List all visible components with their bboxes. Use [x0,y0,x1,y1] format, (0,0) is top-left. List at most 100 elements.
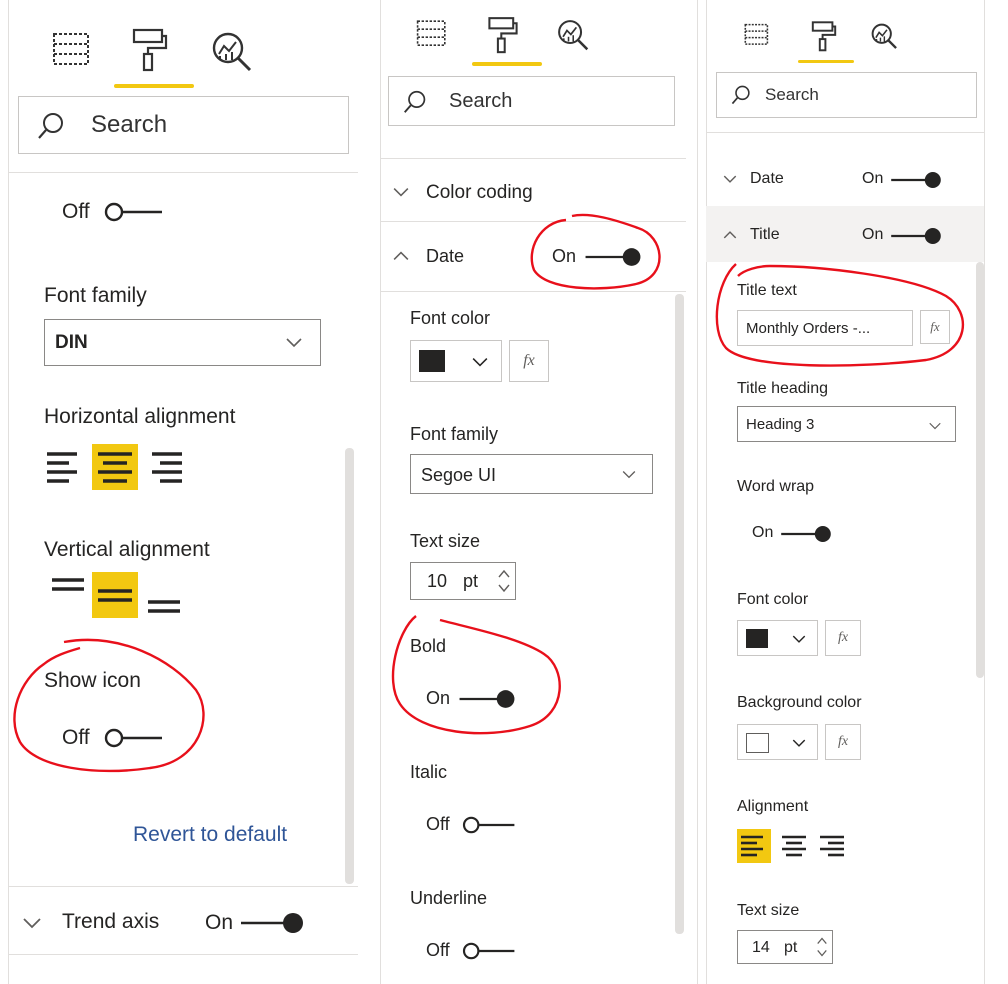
font-color-picker[interactable] [737,620,818,656]
scrollbar[interactable] [976,262,984,678]
search-icon [38,113,63,139]
background-color-picker[interactable] [737,724,818,760]
fields-icon[interactable] [52,30,92,75]
font-color-label: Font color [737,591,809,608]
trend-axis-toggle[interactable]: On [205,909,315,937]
align-left-icon[interactable] [737,829,771,863]
align-bottom-icon[interactable] [146,596,182,620]
date-toggle[interactable]: On [552,244,652,270]
conditional-format-fx-button[interactable]: fx [509,340,549,382]
pane-left-border [8,0,9,984]
chevron-down-icon [23,918,41,929]
font-color-picker[interactable] [410,340,502,382]
toggle-state-label: On [205,911,234,934]
toggle-state-label: On [752,524,774,541]
title-text-label: Title text [737,282,797,299]
text-size-label: Text size [410,531,481,551]
font-color-label: Font color [410,308,491,328]
format-pane-1: Search Off Font family DIN Horizontal al… [0,0,372,984]
scrollbar[interactable] [345,448,354,884]
align-right-icon[interactable] [148,446,188,488]
align-top-icon[interactable] [50,574,86,598]
pane-right-border [984,0,985,984]
section-title: Title [750,226,780,243]
analytics-magnifier-icon[interactable] [556,18,592,59]
date-toggle[interactable]: On [862,168,952,192]
search-placeholder: Search [765,85,819,104]
align-center-icon[interactable] [92,444,138,490]
text-size-label: Text size [737,902,800,919]
font-family-dropdown[interactable]: DIN [44,319,321,366]
chevron-up-icon [393,251,409,260]
toggle-off[interactable]: Off [62,198,172,226]
format-paint-roller-icon[interactable] [486,16,520,61]
search-icon [731,85,750,105]
text-size-unit: pt [784,939,798,956]
align-left-icon[interactable] [45,446,85,488]
show-icon-toggle[interactable]: Off [62,724,172,752]
conditional-format-fx-button[interactable]: fx [825,724,861,760]
toggle-state-label: Off [426,940,450,960]
italic-toggle[interactable]: Off [426,812,526,838]
fields-icon[interactable] [744,22,770,53]
chevron-down-icon [792,635,806,643]
conditional-format-fx-button[interactable]: fx [920,310,950,344]
revert-to-default-link[interactable]: Revert to default [133,823,287,847]
format-paint-roller-icon[interactable] [810,20,838,59]
search-placeholder: Search [91,111,168,138]
title-toggle[interactable]: On [862,224,952,248]
title-heading-label: Title heading [737,380,829,397]
chevron-down-icon [723,175,737,183]
stepper-arrows-icon[interactable] [497,567,511,595]
chevron-down-icon [472,358,488,367]
divider [8,954,358,955]
toggle-state-label: On [862,170,884,187]
horizontal-alignment-label: Horizontal alignment [44,405,236,428]
format-paint-roller-icon[interactable] [130,28,170,79]
text-size-stepper[interactable]: 10 pt [410,562,516,600]
title-heading-dropdown[interactable]: Heading 3 [737,406,956,442]
conditional-format-fx-button[interactable]: fx [825,620,861,656]
text-size-value: 14 [752,939,770,956]
divider [706,132,984,133]
title-text-input[interactable]: Monthly Orders -... [737,310,913,346]
bold-toggle[interactable]: On [426,686,526,712]
analytics-magnifier-icon[interactable] [210,30,256,81]
toggle-state-label: On [552,246,577,266]
align-right-icon[interactable] [816,829,850,863]
pane-right-border [697,0,698,984]
pane-left-border [706,0,707,984]
divider [8,172,358,173]
color-coding-section-header[interactable]: Color coding [380,160,686,220]
title-text-value: Monthly Orders -... [746,320,871,337]
font-family-value: DIN [55,332,88,353]
text-size-stepper[interactable]: 14 pt [737,930,833,964]
word-wrap-toggle[interactable]: On [752,522,842,546]
chevron-down-icon [393,188,409,197]
underline-toggle[interactable]: Off [426,938,526,964]
font-family-dropdown[interactable]: Segoe UI [410,454,653,494]
search-input[interactable]: Search [388,76,675,126]
text-size-value: 10 [427,571,448,591]
format-pane-3: Search Date On Title On Title text Month… [706,0,1008,984]
align-center-icon[interactable] [778,829,812,863]
alignment-label: Alignment [737,798,809,815]
analytics-magnifier-icon[interactable] [870,22,900,57]
fields-icon[interactable] [416,18,448,55]
format-pane-2: Search Color coding Date On Font color f… [380,0,700,984]
search-input[interactable]: Search [18,96,349,154]
search-input[interactable]: Search [716,72,977,118]
color-swatch [419,350,445,372]
stepper-arrows-icon[interactable] [816,935,828,959]
font-family-label: Font family [44,284,147,307]
chevron-down-icon [622,471,636,479]
align-middle-icon[interactable] [92,572,138,618]
vertical-alignment-label: Vertical alignment [44,538,210,561]
color-swatch [746,733,769,753]
bold-label: Bold [410,636,447,656]
section-title: Date [750,170,784,187]
section-title: Color coding [426,182,533,203]
search-placeholder: Search [449,90,513,112]
toggle-state-label: Off [426,814,450,834]
scrollbar[interactable] [675,294,684,934]
